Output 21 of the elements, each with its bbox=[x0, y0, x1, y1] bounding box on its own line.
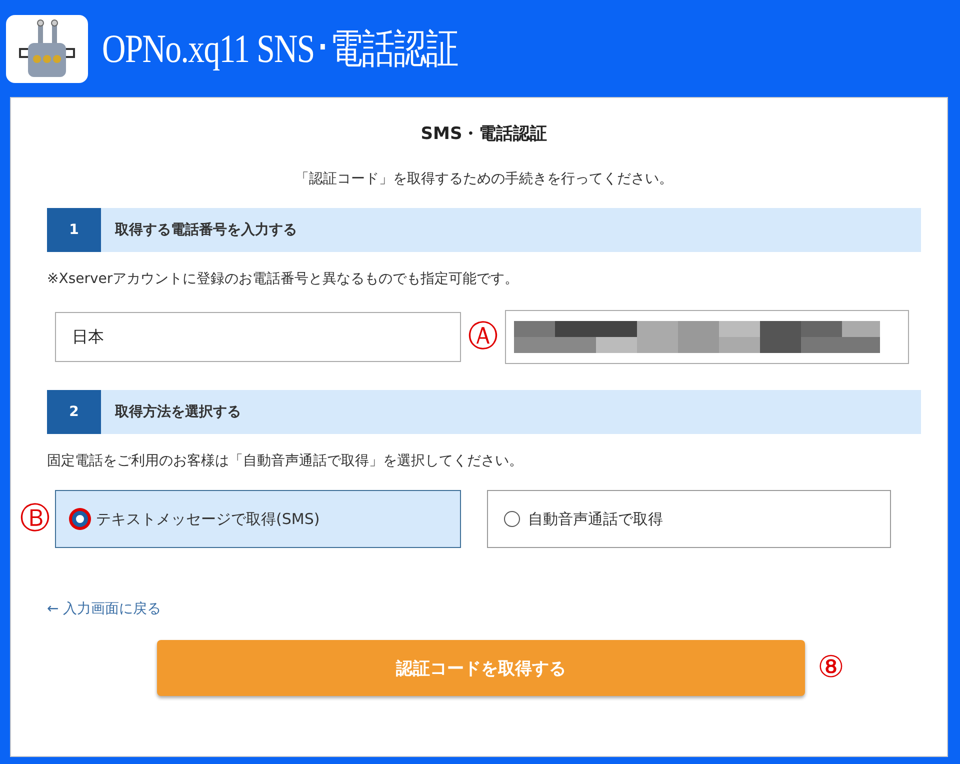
section-heading: 取得方法を選択する bbox=[114, 402, 241, 422]
section-note: 固定電話をご利用のお客様は「自動音声通話で取得」を選択してください。 bbox=[47, 452, 524, 470]
step-number: 2 bbox=[47, 390, 101, 434]
intro-text: 「認証コード」を取得するための手続きを行ってください。 bbox=[294, 170, 674, 188]
method-label: 自動音声通話で取得 bbox=[528, 510, 663, 528]
annotation-mark: Ⓑ bbox=[19, 504, 51, 534]
phone-field[interactable] bbox=[505, 310, 909, 364]
back-link[interactable]: ← 入力画面に戻る bbox=[47, 600, 162, 618]
form-title: SMS・電話認証 bbox=[420, 123, 548, 145]
section-note: ※Xserverアカウントに登録のお電話番号と異なるものでも指定可能です。 bbox=[47, 270, 520, 288]
radio-button[interactable] bbox=[504, 511, 520, 527]
annotation-mark: ⑧ bbox=[816, 653, 846, 683]
section-heading: 取得する電話番号を入力する bbox=[114, 221, 297, 240]
method-option[interactable]: 自動音声通話で取得 bbox=[487, 490, 891, 548]
method-label: テキストメッセージで取得(SMS) bbox=[96, 510, 320, 528]
country-select[interactable]: 日本 bbox=[55, 312, 461, 362]
method-option[interactable]: テキストメッセージで取得(SMS) bbox=[55, 490, 461, 548]
radio-button[interactable] bbox=[72, 511, 88, 527]
annotation-mark: Ⓐ bbox=[467, 322, 499, 352]
step-number: 1 bbox=[47, 208, 101, 252]
page-title: OPNo.xq11 SNS･電話認証 bbox=[102, 25, 458, 73]
